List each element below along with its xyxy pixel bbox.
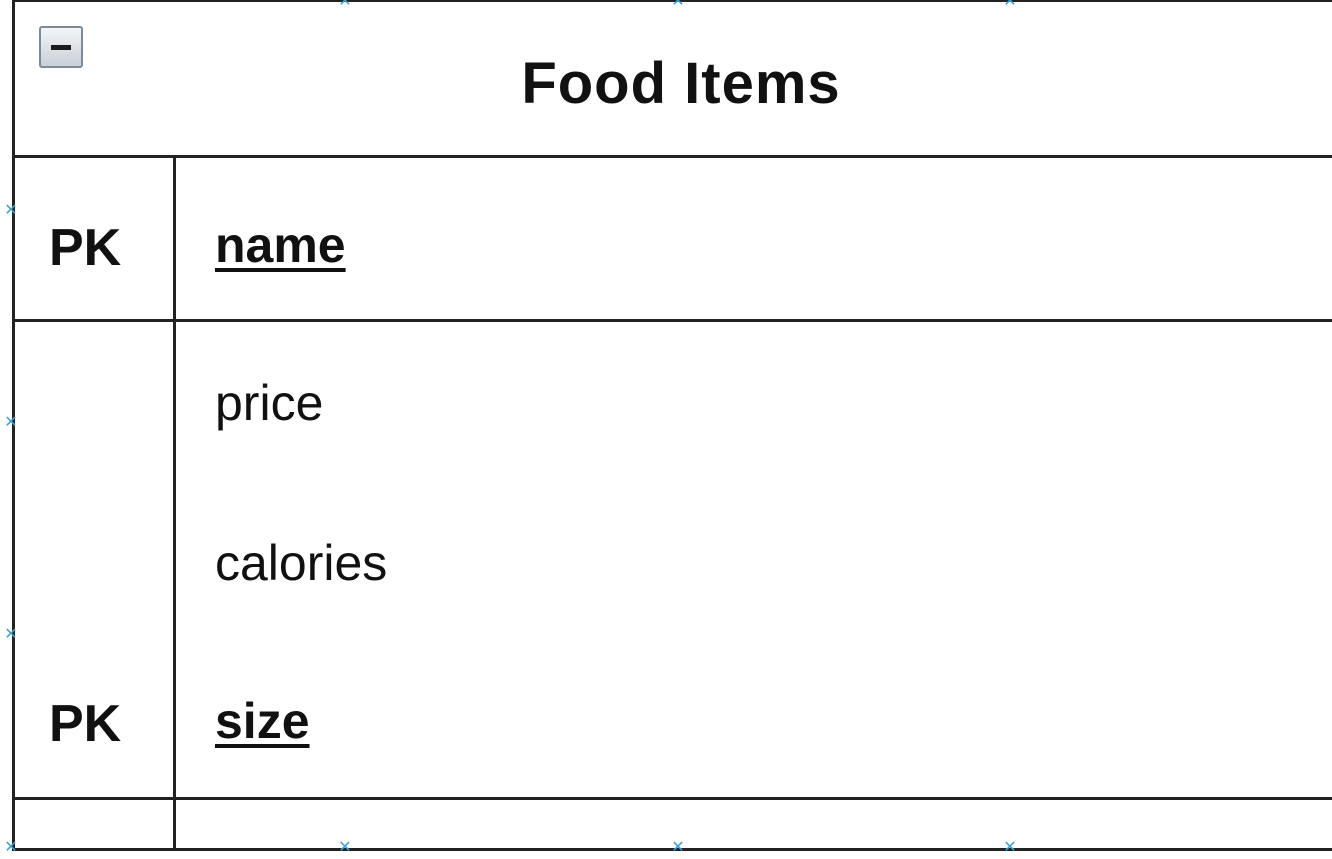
entity-box[interactable]: Food Items PK name price calories PK siz…	[12, 0, 1332, 851]
selection-handle[interactable]: ✕	[671, 839, 685, 855]
attribute-calories[interactable]: calories	[215, 534, 387, 592]
selection-handle[interactable]: ✕	[4, 414, 18, 430]
diagram-canvas: Food Items PK name price calories PK siz…	[0, 0, 1332, 859]
entity-title: Food Items	[521, 51, 841, 116]
attribute-price[interactable]: price	[215, 374, 323, 432]
primary-key-row[interactable]: PK name	[15, 158, 1332, 322]
selection-handle[interactable]: ✕	[338, 839, 352, 855]
selection-handle[interactable]: ✕	[4, 839, 18, 855]
selection-handle[interactable]: ✕	[1003, 839, 1017, 855]
entity-header: Food Items	[15, 2, 1332, 158]
attribute-name[interactable]: name	[215, 216, 346, 274]
attribute-size[interactable]: size	[215, 692, 310, 750]
pk-label-size: PK	[49, 695, 122, 753]
attributes-row[interactable]: price calories PK size	[15, 322, 1332, 800]
pk-label: PK	[49, 219, 122, 277]
selection-handle[interactable]: ✕	[4, 202, 18, 218]
column-divider	[173, 158, 176, 850]
selection-handle[interactable]: ✕	[671, 0, 685, 9]
selection-handle[interactable]: ✕	[338, 0, 352, 9]
selection-handle[interactable]: ✕	[4, 626, 18, 642]
selection-handle[interactable]: ✕	[1003, 0, 1017, 9]
